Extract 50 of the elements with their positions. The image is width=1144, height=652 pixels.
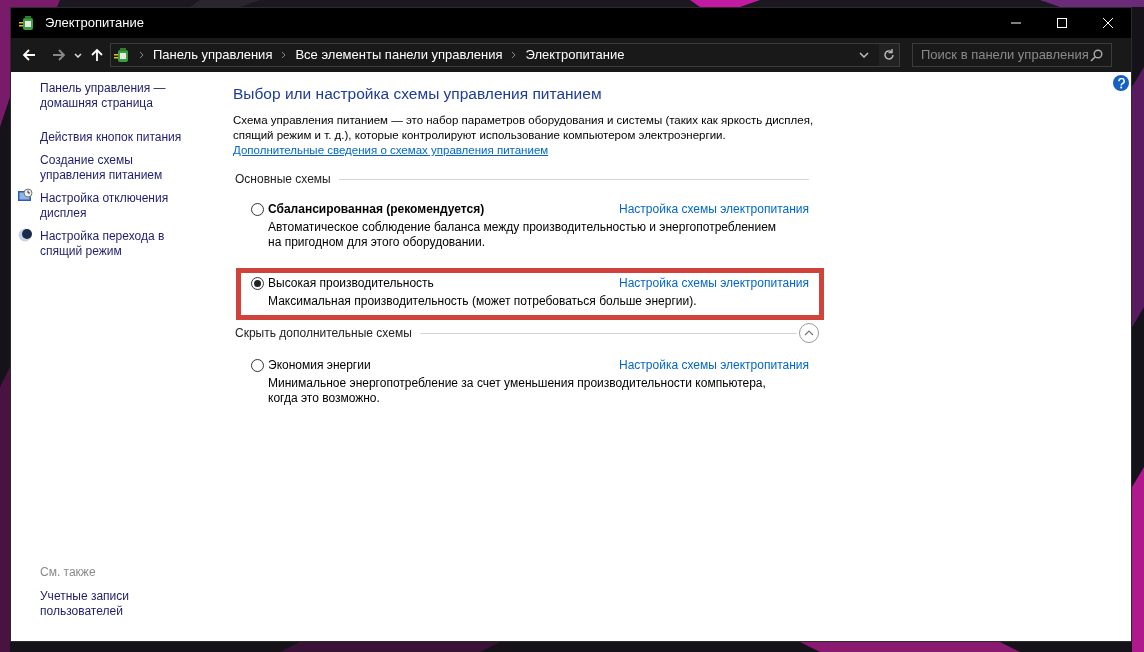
group-heading: Основные схемы [235,172,331,187]
scheme-description: Максимальная производительность (может потребоваться больше энергии). [268,294,698,309]
group-heading: Скрыть дополнительные схемы [235,325,412,341]
search-field[interactable]: Поиск в панели управления [912,43,1112,67]
see-also-heading: См. также [40,565,97,580]
scheme-settings-link[interactable]: Настройка схемы электропитания [619,358,809,373]
sidebar-link[interactable]: Действия кнопок питания [40,130,200,145]
scheme-description: Минимальное энергопотребление за счет уменьшения производительности компьютера, когда это возможно. [268,376,767,406]
breadcrumb-item[interactable]: Все элементы панели управления [295,45,503,65]
scheme-name: Сбалансированная (рекомендуется) [268,202,485,217]
chevron-right-icon [511,51,517,59]
power-options-icon [114,47,130,63]
chevron-down-icon [74,52,82,58]
radio-button[interactable] [251,277,264,290]
moon-icon [18,228,32,242]
question-mark-icon [1115,77,1127,89]
scheme-name: Экономия энергии [268,358,371,373]
radio-button[interactable] [251,359,264,372]
scheme-settings-link[interactable]: Настройка схемы электропитания [619,202,809,217]
forward-arrow-icon [52,48,66,62]
info-link[interactable]: Дополнительные сведения о схемах управления питанием [233,143,549,158]
search-icon [1090,48,1103,62]
up-arrow-icon [90,48,104,62]
sidebar-link[interactable]: Панель управления — домашняя страница [40,81,200,111]
sidebar-link[interactable]: Создание схемы управления питанием [40,153,200,183]
monitor-clock-icon [17,188,33,204]
back-arrow-icon [22,48,36,62]
intro-text: Схема управления питанием — это набор параметров оборудования и системы (таких как яркость дисплея, спящий режим и т. д.), которые контролируют использование компьютером электроэнергии. [233,113,815,143]
scheme-settings-link[interactable]: Настройка схемы электропитания [619,276,809,291]
chevron-right-icon [281,51,287,59]
chevron-up-icon [804,330,814,336]
radio-button[interactable] [251,203,264,216]
scheme-description: Автоматическое соблюдение баланса между производительностью и энергопотреблением на пригодном для этого оборудовании. [268,220,778,250]
chevron-right-icon [139,51,144,59]
chevron-down-icon [859,52,869,58]
sidebar-link[interactable]: Учетные записи пользователей [40,589,140,619]
sidebar-link[interactable]: Настройка отключения дисплея [40,191,200,221]
power-options-icon [19,15,35,31]
address-bar[interactable]: Панель управления Все элементы панели управления Электропитание [110,43,900,67]
sidebar-link[interactable]: Настройка перехода в спящий режим [40,229,200,259]
maximize-icon [1056,17,1068,29]
help-button[interactable] [1113,75,1129,91]
window-title: Электропитание [45,14,144,33]
close-icon [1102,17,1114,29]
scheme-name: Высокая производительность [268,276,434,291]
page-heading: Выбор или настройка схемы управления питанием [233,86,603,101]
refresh-button[interactable] [879,44,899,66]
breadcrumb-item[interactable]: Панель управления [153,45,273,65]
refresh-icon [883,49,895,61]
breadcrumb-item[interactable]: Электропитание [525,45,625,65]
